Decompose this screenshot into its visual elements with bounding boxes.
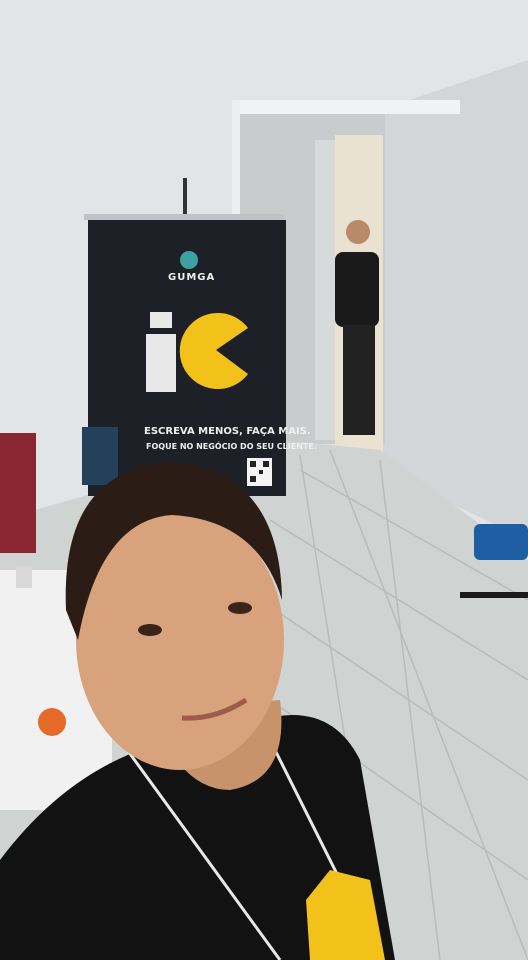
right-eye — [228, 602, 252, 614]
banner-tagline-2: FOQUE NO NEGÓCIO DO SEU CLIENTE. — [146, 442, 317, 451]
gumga-logo-icon — [180, 251, 198, 269]
background-person-shirt — [335, 252, 379, 327]
banner-tagline-1: ESCREVA MENOS, FAÇA MAIS. — [144, 426, 311, 437]
hall-wall — [315, 140, 335, 440]
background-person-pants — [343, 325, 375, 435]
flower-pot — [38, 708, 66, 736]
red-shelf — [0, 433, 36, 553]
room-scene — [0, 0, 528, 960]
blue-shelf — [82, 427, 118, 485]
blue-chair — [474, 524, 528, 560]
selfie-photo: GUMGA ESCREVA MENOS, FAÇA MAIS. FOQUE NO… — [0, 0, 528, 960]
door-frame-top — [232, 100, 460, 114]
background-person-head — [346, 220, 370, 244]
banner-brand: GUMGA — [168, 272, 216, 283]
banner-rail — [84, 214, 284, 220]
cup — [16, 566, 32, 588]
left-eye — [138, 624, 162, 636]
